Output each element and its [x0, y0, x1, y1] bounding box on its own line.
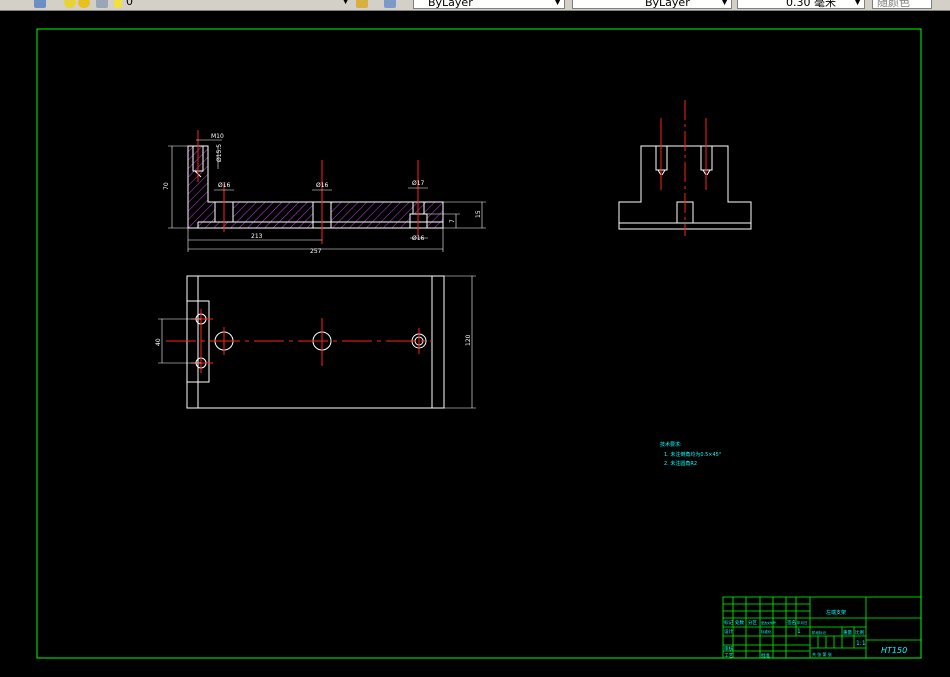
tb-h-count: 处数 — [735, 619, 744, 626]
dim-h15: 15 — [475, 210, 482, 218]
title-block-text: 左端支架 标记 处数 分区 更改文件号 签名 年月日 设计 标准化 审核 工艺 … — [724, 609, 907, 659]
dim-h7: 7 — [449, 219, 456, 223]
tb-stage: 阶段标记 — [812, 630, 826, 635]
dim-d16a: Ø16 — [218, 182, 231, 189]
tb-r-design: 设计 — [724, 628, 733, 635]
tb-h-doc: 更改文件号 — [761, 620, 776, 625]
tb-h-date: 年月日 — [797, 620, 808, 625]
dim-d16b: Ø16 — [316, 182, 329, 189]
color-value: ByLayer — [428, 0, 473, 9]
lineweight-dropdown[interactable]: 0.30 毫米 ▼ — [737, 0, 865, 9]
color-dropdown[interactable]: ByLayer ▼ — [413, 0, 565, 9]
chevron-down-icon: ▼ — [854, 0, 861, 7]
drawing-canvas[interactable]: M10 Ø15.5 70 Ø16 Ø16 Ø17 15 7 213 Ø16 25… — [0, 11, 950, 677]
plotstyle-value: 随颜色 — [877, 0, 910, 9]
tb-r-craft: 工艺 — [724, 653, 733, 659]
tb-scale: 1:1 — [856, 640, 866, 647]
bulb-icon[interactable] — [64, 0, 76, 8]
tb-weight: 重量 — [843, 629, 852, 636]
drawing-border — [36, 28, 922, 659]
chevron-down-icon: ▼ — [721, 0, 728, 7]
layer-manager-icon[interactable] — [34, 0, 46, 8]
top-dimensions — [158, 275, 476, 409]
tb-sheet: 共 张 第 张 — [812, 651, 832, 657]
chevron-down-icon: ▼ — [554, 0, 561, 7]
tb-h-zone: 分区 — [748, 619, 757, 626]
layer-value: 0 — [126, 0, 133, 8]
linetype-dropdown[interactable]: ByLayer ▼ — [572, 0, 732, 9]
tb-r-std: 标准化 — [761, 629, 772, 634]
tb-r-approve: 批准 — [761, 652, 770, 659]
tb-count: 1 — [797, 628, 801, 635]
notes-line-2: 2. 未注圆角R2 — [664, 460, 697, 467]
dim-w213: 213 — [251, 233, 263, 240]
dim-h70: 70 — [163, 182, 170, 190]
color-swatch-icon — [114, 0, 122, 8]
dim-m10: M10 — [211, 133, 224, 140]
dim-h40: 40 — [155, 338, 162, 346]
top-view — [186, 275, 445, 409]
layer-dropdown[interactable]: 0 ▼ — [126, 0, 352, 9]
tb-scale-lbl: 比例 — [855, 629, 864, 636]
lock-icon[interactable] — [96, 0, 108, 8]
make-current-icon[interactable] — [356, 0, 368, 8]
plotstyle-dropdown[interactable]: 随颜色 — [872, 0, 932, 9]
tb-part-name: 左端支架 — [826, 609, 846, 616]
tb-h-sign: 签名 — [787, 619, 796, 626]
linetype-value: ByLayer — [645, 0, 690, 9]
tb-h-process: 标记 — [724, 619, 733, 626]
technical-notes: 技术要求: 1. 未注倒角均为0.5×45° 2. 未注圆角R2 — [660, 441, 722, 467]
dim-w257: 257 — [310, 248, 322, 255]
tb-material: HT150 — [881, 646, 907, 655]
dim-h120: 120 — [465, 334, 472, 346]
sun-icon[interactable] — [78, 0, 90, 8]
properties-toolbar: 0 ▼ ByLayer ▼ ByLayer ▼ 0.30 毫米 ▼ 随颜色 — [0, 0, 950, 11]
lineweight-value: 0.30 毫米 — [786, 0, 836, 9]
dim-d17: Ø17 — [412, 180, 425, 187]
layer-previous-icon[interactable] — [384, 0, 396, 8]
side-centerlines — [660, 100, 707, 236]
chevron-down-icon: ▼ — [342, 0, 349, 6]
notes-line-1: 1. 未注倒角均为0.5×45° — [664, 451, 722, 458]
dim-d16c: Ø16 — [412, 235, 425, 242]
top-centerlines — [166, 309, 432, 373]
dim-d15-5: Ø15.5 — [216, 144, 223, 162]
tb-r-check: 审核 — [724, 645, 733, 652]
notes-title: 技术要求: — [660, 441, 682, 448]
